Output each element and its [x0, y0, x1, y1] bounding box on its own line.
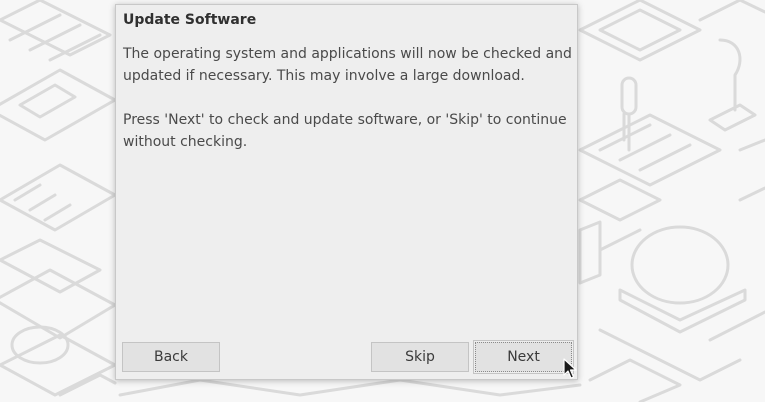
dialog-title: Update Software	[123, 12, 257, 28]
dialog-description: The operating system and applications wi…	[123, 46, 572, 84]
skip-button[interactable]: Skip	[371, 342, 469, 372]
next-button[interactable]: Next	[473, 340, 574, 374]
mouse-pointer-icon	[563, 358, 577, 379]
back-button[interactable]: Back	[122, 342, 220, 372]
dialog-instructions: Press 'Next' to check and update softwar…	[123, 112, 567, 150]
update-software-dialog: Update Software The operating system and…	[115, 4, 578, 380]
